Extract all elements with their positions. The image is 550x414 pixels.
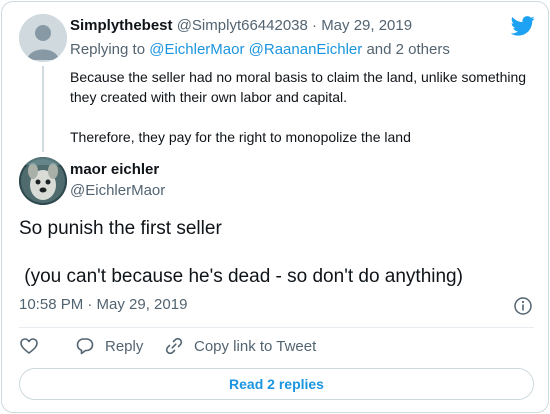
reply-label: Reply <box>105 337 144 355</box>
tweet-paragraph: Because the seller had no moral basis to… <box>70 69 527 105</box>
like-button[interactable] <box>19 336 39 356</box>
tweet-date[interactable]: May 29, 2019 <box>321 17 412 34</box>
twitter-bird-icon[interactable] <box>510 16 535 36</box>
replying-to-prefix: Replying to <box>70 41 146 58</box>
tweet-timestamp-link[interactable]: 10:58 PM · May 29, 2019 <box>19 296 187 313</box>
replying-to-others[interactable]: and 2 others <box>366 41 449 58</box>
author-display-name[interactable]: Simplythebest <box>70 17 173 34</box>
thread-connector-line <box>42 66 44 152</box>
tweet-paragraph: Therefore, they pay for the right to mon… <box>70 129 411 145</box>
heart-icon <box>20 338 38 354</box>
info-icon[interactable] <box>513 296 533 316</box>
reply-to-tweet-text: Because the seller had no moral basis to… <box>70 67 530 147</box>
reply-to-tweet-header: Simplythebest @Simplyt66442038 · May 29,… <box>70 17 412 34</box>
copy-link-label: Copy link to Tweet <box>194 337 317 355</box>
author-handle[interactable]: @EichlerMaor <box>70 182 165 199</box>
copy-link-button[interactable]: Copy link to Tweet <box>164 336 316 356</box>
dog-photo-icon <box>19 157 67 205</box>
link-icon <box>165 337 183 355</box>
author-display-name[interactable]: maor eichler <box>70 161 159 178</box>
replying-to-line: Replying to @EichlerMaor @RaananEichler … <box>70 41 450 58</box>
tweet-embed-card: Simplythebest @Simplyt66442038 · May 29,… <box>1 1 549 413</box>
tweet-text: So punish the first seller (you can't be… <box>19 217 534 289</box>
author-handle[interactable]: @Simplyt66442038 <box>177 17 308 34</box>
author-avatar[interactable] <box>19 157 67 205</box>
divider <box>19 327 534 328</box>
default-profile-icon <box>19 14 67 62</box>
header-separator: · <box>312 17 318 34</box>
reply-button[interactable]: Reply <box>75 336 143 356</box>
replying-to-users-link[interactable]: @EichlerMaor @RaananEichler <box>149 41 362 58</box>
read-replies-button[interactable]: Read 2 replies <box>19 368 534 400</box>
default-avatar[interactable] <box>19 14 67 62</box>
tweet-paragraph: (you can't because he's dead - so don't … <box>19 266 463 287</box>
tweet-paragraph: So punish the first seller <box>19 218 222 239</box>
speech-bubble-icon <box>76 338 94 355</box>
